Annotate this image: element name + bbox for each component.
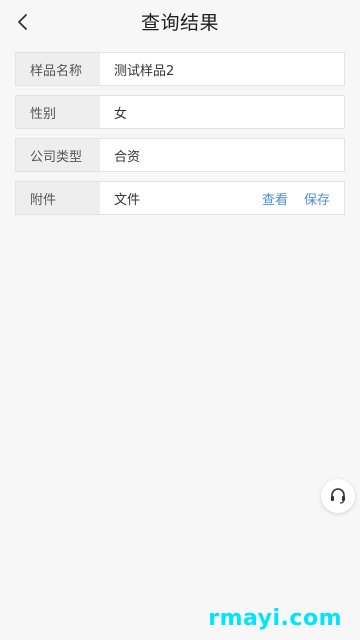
view-attachment-link[interactable]: 查看: [262, 189, 288, 208]
field-row-company-type: 公司类型 合资: [15, 138, 345, 172]
save-attachment-link[interactable]: 保存: [304, 189, 330, 208]
field-value: 文件: [114, 192, 141, 208]
page-title: 查询结果: [140, 12, 219, 34]
field-label: 性别: [16, 96, 100, 128]
customer-support-button[interactable]: [321, 479, 355, 513]
attachment-actions: 查看 保存: [262, 182, 344, 214]
watermark-logo: rmayi.com: [208, 606, 342, 631]
field-label: 公司类型: [16, 139, 100, 171]
field-value: 女: [114, 106, 128, 122]
field-row-sample-name: 样品名称 测试样品2: [15, 52, 345, 86]
app-screen: 查询结果 样品名称 测试样品2 性别 女 公司类型 合资 附件 文件 查看 保存: [0, 0, 360, 640]
field-row-gender: 性别 女: [15, 95, 345, 129]
field-label: 样品名称: [16, 53, 100, 85]
field-label: 附件: [16, 182, 100, 214]
field-value: 测试样品2: [114, 63, 175, 79]
field-row-attachment: 附件 文件 查看 保存: [15, 181, 345, 215]
field-value: 合资: [114, 149, 141, 165]
nav-bar: 查询结果: [0, 0, 360, 44]
headset-icon: [331, 488, 345, 504]
result-list: 样品名称 测试样品2 性别 女 公司类型 合资 附件 文件 查看 保存: [15, 52, 345, 224]
